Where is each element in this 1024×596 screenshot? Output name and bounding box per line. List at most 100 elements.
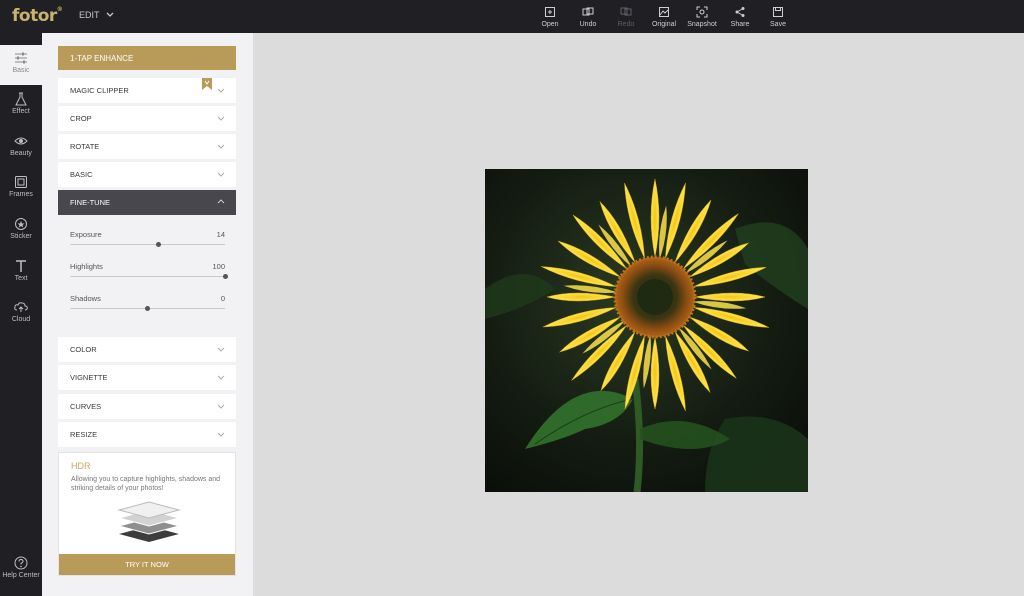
section-resize[interactable]: RESIZE	[58, 422, 236, 447]
section-label: ROTATE	[70, 142, 100, 151]
open-button[interactable]: Open	[531, 3, 569, 31]
original-icon	[659, 7, 669, 17]
eye-icon	[14, 137, 28, 145]
open-label: Open	[541, 21, 559, 28]
highlights-slider-knob[interactable]	[222, 274, 228, 279]
rail-item-effect[interactable]: Effect	[0, 86, 42, 126]
shadows-slider-knob[interactable]	[145, 306, 150, 311]
chevron-up-icon	[217, 199, 225, 204]
chevron-down-icon	[217, 172, 225, 177]
help-icon	[14, 556, 28, 570]
sliders-icon	[15, 52, 27, 64]
section-label: BASIC	[70, 170, 93, 179]
toolbar: Open Undo Redo Original Snapshot Share S…	[531, 3, 797, 31]
rail-item-basic[interactable]: Basic	[0, 45, 42, 85]
highlights-label: Highlights	[70, 262, 103, 271]
section-basic[interactable]: BASIC	[58, 162, 236, 187]
section-rotate[interactable]: ROTATE	[58, 134, 236, 159]
top-bar: fotor® EDIT Open Undo Redo Original Snap…	[0, 0, 1024, 33]
redo-button[interactable]: Redo	[607, 3, 645, 31]
section-label: VIGNETTE	[70, 373, 108, 382]
edit-panel: 1-TAP ENHANCE MAGIC CLIPPER CROP ROTATE …	[42, 33, 253, 596]
frame-icon	[15, 176, 27, 188]
edit-menu-label: EDIT	[79, 10, 100, 20]
share-icon	[735, 7, 745, 17]
redo-icon	[620, 7, 632, 16]
shadows-label: Shadows	[70, 294, 101, 303]
section-magic-clipper[interactable]: MAGIC CLIPPER	[58, 78, 236, 103]
share-button[interactable]: Share	[721, 3, 759, 31]
text-icon	[16, 260, 26, 272]
undo-button[interactable]: Undo	[569, 3, 607, 31]
exposure-slider[interactable]	[70, 242, 225, 247]
cloud-icon	[14, 302, 28, 312]
help-center-label: Help Center	[2, 572, 40, 579]
highlights-slider[interactable]	[70, 274, 228, 279]
original-button[interactable]: Original	[645, 3, 683, 31]
hdr-description: Allowing you to capture highlights, shad…	[71, 476, 221, 492]
sunflower-photo[interactable]	[485, 169, 808, 492]
one-tap-enhance-button[interactable]: 1-TAP ENHANCE	[58, 46, 236, 70]
snapshot-icon	[696, 6, 708, 18]
shadows-value: 0	[220, 294, 225, 303]
rail-item-text[interactable]: Text	[0, 253, 42, 293]
exposure-label: Exposure	[70, 230, 102, 239]
section-label: CURVES	[70, 402, 102, 411]
snapshot-button[interactable]: Snapshot	[683, 3, 721, 31]
rail-label-basic: Basic	[12, 67, 30, 74]
chevron-down-icon	[217, 404, 225, 409]
rail-label-sticker: Sticker	[10, 233, 32, 240]
chevron-down-icon	[106, 12, 113, 17]
section-label: CROP	[70, 114, 92, 123]
section-label: COLOR	[70, 345, 97, 354]
chevron-down-icon	[217, 432, 225, 437]
undo-label: Undo	[579, 21, 597, 28]
edit-menu[interactable]: EDIT	[79, 10, 114, 20]
rail-label-beauty: Beauty	[10, 150, 32, 157]
chevron-down-icon	[217, 144, 225, 149]
sticker-icon	[15, 218, 27, 230]
rail-label-text: Text	[14, 275, 28, 282]
chevron-down-icon	[217, 88, 225, 93]
share-label: Share	[730, 21, 750, 28]
help-center-button[interactable]: Help Center	[0, 550, 42, 590]
original-label: Original	[651, 21, 677, 28]
shadows-slider[interactable]	[70, 306, 225, 311]
exposure-value: 14	[216, 230, 225, 239]
bookmark-icon	[202, 78, 212, 90]
open-icon	[545, 7, 555, 17]
section-label: RESIZE	[70, 430, 98, 439]
chevron-down-icon	[217, 375, 225, 380]
section-label: MAGIC CLIPPER	[70, 86, 129, 95]
section-crop[interactable]: CROP	[58, 106, 236, 131]
hdr-promo-card: HDR Allowing you to capture highlights, …	[58, 452, 236, 576]
chevron-down-icon	[217, 347, 225, 352]
section-label: FINE-TUNE	[70, 198, 110, 207]
chevron-down-icon	[217, 116, 225, 121]
section-vignette[interactable]: VIGNETTE	[58, 365, 236, 390]
exposure-slider-knob[interactable]	[155, 242, 161, 247]
rail-label-frames: Frames	[9, 191, 33, 198]
hdr-layers-icon	[117, 501, 181, 542]
hdr-title: HDR	[71, 461, 91, 471]
flask-icon	[15, 92, 27, 106]
left-rail: Basic Effect Beauty Frames Sticker Text …	[0, 33, 42, 596]
rail-item-sticker[interactable]: Sticker	[0, 211, 42, 251]
rail-label-cloud: Cloud	[11, 316, 31, 323]
undo-icon	[582, 7, 594, 16]
rail-label-effect: Effect	[12, 108, 30, 115]
section-fine-tune[interactable]: FINE-TUNE	[58, 190, 236, 215]
highlights-value: 100	[212, 262, 225, 271]
save-icon	[773, 7, 783, 17]
section-color[interactable]: COLOR	[58, 337, 236, 362]
section-curves[interactable]: CURVES	[58, 394, 236, 419]
save-label: Save	[770, 21, 786, 28]
fotor-logo[interactable]: fotor®	[12, 6, 63, 26]
snapshot-label: Snapshot	[687, 21, 717, 28]
rail-item-beauty[interactable]: Beauty	[0, 128, 42, 168]
redo-label: Redo	[617, 21, 635, 28]
rail-item-frames[interactable]: Frames	[0, 169, 42, 209]
try-it-now-button[interactable]: TRY IT NOW	[59, 554, 235, 575]
save-button[interactable]: Save	[759, 3, 797, 31]
rail-item-cloud[interactable]: Cloud	[0, 294, 42, 334]
